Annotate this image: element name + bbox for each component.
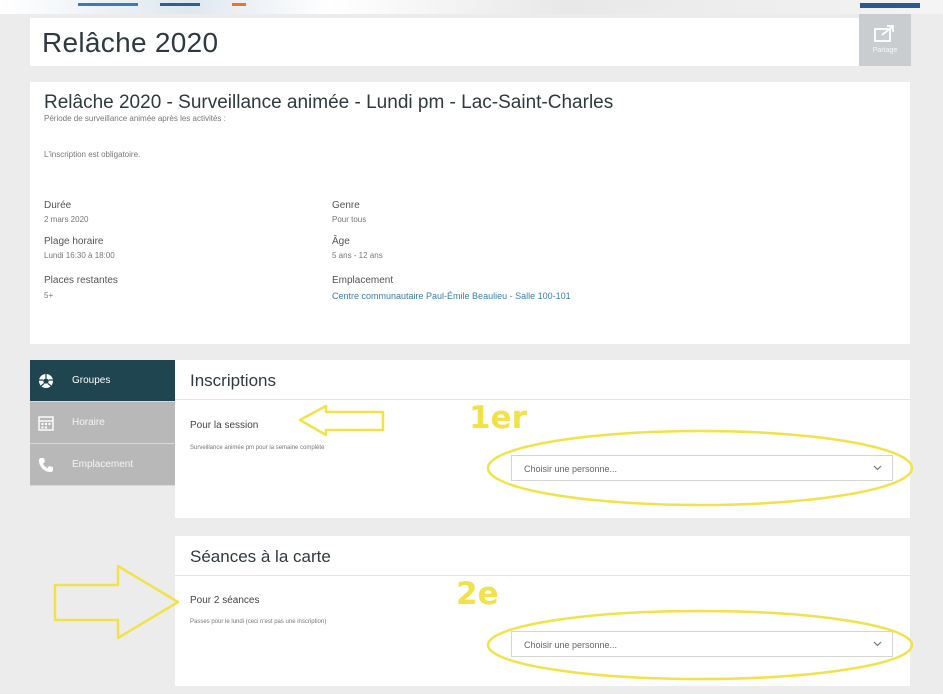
section-nav: Groupes Horaire Emplacement xyxy=(30,360,175,486)
chevron-down-icon xyxy=(873,641,882,647)
session-option-title: Pour la session xyxy=(190,420,259,431)
nav-label-horaire: Horaire xyxy=(72,417,105,428)
page-header: Relâche 2020 xyxy=(30,18,910,66)
genre-label: Genre xyxy=(332,200,360,211)
plage-label: Plage horaire xyxy=(44,236,104,247)
phone-icon xyxy=(39,458,53,472)
nav-label-groupes: Groupes xyxy=(72,375,111,386)
inscriptions-panel: Inscriptions Pour la session Surveillanc… xyxy=(175,360,910,518)
seances-panel: Séances à la carte Pour 2 séances Passes… xyxy=(175,536,910,686)
calendar-icon xyxy=(38,416,54,431)
session-select-value: Choisir une personne... xyxy=(524,464,618,474)
nav-label-emplacement: Emplacement xyxy=(72,459,134,470)
nav-item-emplacement[interactable]: Emplacement xyxy=(30,444,175,486)
share-icon xyxy=(874,25,894,42)
session-person-select[interactable]: Choisir une personne... xyxy=(511,455,893,481)
nav-item-horaire[interactable]: Horaire xyxy=(30,402,175,444)
seances-option-desc: Passes pour le lundi (ceci n'est pas une… xyxy=(190,619,327,625)
genre-value: Pour tous xyxy=(332,215,367,224)
top-banner-strip xyxy=(0,0,943,14)
activity-info-card: Relâche 2020 - Surveillance animée - Lun… xyxy=(30,82,910,344)
annotation-second: 2e xyxy=(456,576,499,612)
seances-person-select[interactable]: Choisir une personne... xyxy=(511,631,893,657)
places-label: Places restantes xyxy=(44,275,118,286)
duree-label: Durée xyxy=(44,200,72,211)
duree-value: 2 mars 2020 xyxy=(44,215,89,224)
soccer-ball-icon xyxy=(39,374,53,388)
plage-value: Lundi 16:30 à 18:00 xyxy=(44,251,115,260)
emplacement-label: Emplacement xyxy=(332,275,394,286)
chevron-down-icon xyxy=(873,465,882,471)
share-label: Partage xyxy=(872,47,898,54)
arrow-right-annotation xyxy=(53,564,180,640)
seances-heading: Séances à la carte xyxy=(175,536,910,576)
inscriptions-heading: Inscriptions xyxy=(175,360,910,400)
seances-option-title: Pour 2 séances xyxy=(190,595,260,606)
emplacement-link[interactable]: Centre communautaire Paul-Émile Beaulieu… xyxy=(332,288,602,304)
places-value: 5+ xyxy=(44,291,54,300)
seances-select-value: Choisir une personne... xyxy=(524,640,618,650)
nav-item-groupes[interactable]: Groupes xyxy=(30,360,175,402)
age-label: Âge xyxy=(332,236,350,247)
session-option-desc: Surveillance animée pm pour la semaine c… xyxy=(190,445,325,451)
activity-title: Relâche 2020 - Surveillance animée - Lun… xyxy=(44,92,614,113)
age-value: 5 ans - 12 ans xyxy=(332,251,383,260)
annotation-first: 1er xyxy=(469,400,527,436)
page-title: Relâche 2020 xyxy=(42,27,219,58)
share-button[interactable]: Partage xyxy=(859,14,911,66)
activity-subtitle: Période de surveillance animée après les… xyxy=(44,114,226,123)
activity-requirement: L'inscription est obligatoire. xyxy=(44,150,141,159)
